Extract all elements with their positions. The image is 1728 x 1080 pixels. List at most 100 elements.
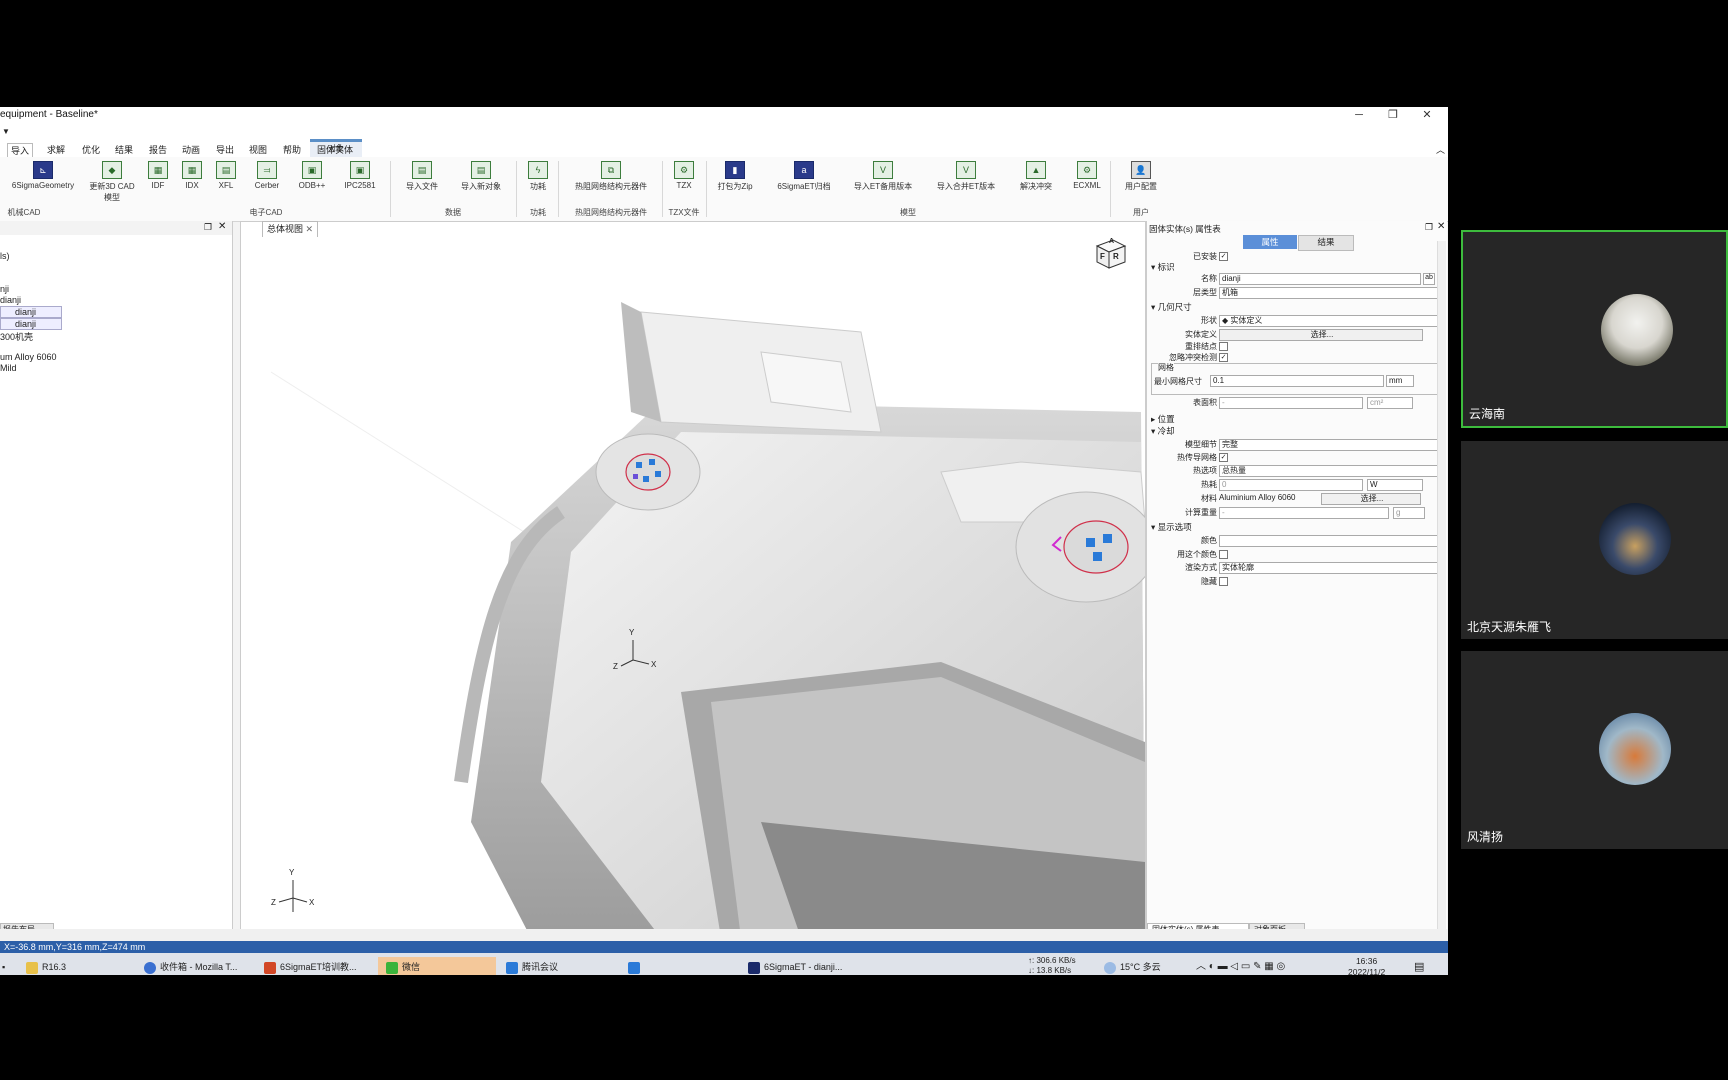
update-cad-button[interactable]: ◆ 更新3D CAD模型	[86, 161, 138, 203]
name-edit-icon[interactable]: ab	[1423, 273, 1435, 285]
merge-version-icon: V	[956, 161, 976, 179]
participant-tile[interactable]: 北京天源朱雁飞	[1461, 441, 1728, 639]
menu-animate[interactable]: 动画	[179, 143, 203, 157]
tree-item[interactable]: nji	[0, 284, 9, 294]
cerber-button[interactable]: ⫤ Cerber	[250, 161, 284, 190]
nav-cube[interactable]: A R F	[1093, 236, 1127, 270]
layer-select[interactable]: 机箱	[1219, 287, 1439, 299]
zip-button[interactable]: ▮ 打包为Zip	[712, 161, 758, 192]
menu-report[interactable]: 报告	[146, 143, 170, 157]
notification-icon[interactable]: ▤	[1414, 957, 1424, 975]
taskbar-item-tencent-meeting[interactable]: 腾讯会议	[506, 957, 558, 975]
use-color-checkbox[interactable]	[1219, 550, 1228, 559]
power-field[interactable]: 0	[1219, 479, 1363, 491]
tree-item[interactable]: Mild	[0, 363, 17, 373]
idx-button[interactable]: ▦ IDX	[180, 161, 204, 190]
section-cooling[interactable]: ▾ 冷却	[1151, 425, 1175, 437]
archive-button[interactable]: a 6SigmaET归档	[774, 161, 834, 192]
tree-item[interactable]: um Alloy 6060	[0, 352, 57, 362]
collapse-ribbon-icon[interactable]: ︿	[1436, 143, 1445, 156]
participant-tile[interactable]: 风清扬	[1461, 651, 1728, 849]
weather[interactable]: 15°C 多云	[1104, 957, 1161, 975]
participant-tile[interactable]: 云海南	[1461, 230, 1728, 428]
menu-export[interactable]: 导出	[213, 143, 237, 157]
xfl-button[interactable]: ▤ XFL	[214, 161, 238, 190]
float-icon[interactable]: ❐	[204, 222, 212, 233]
3d-viewport[interactable]: A R F Y Z X Y Z X	[240, 221, 1157, 939]
power-unit[interactable]: W	[1367, 479, 1423, 491]
power-button[interactable]: ϟ 功耗	[526, 161, 550, 192]
hide-checkbox[interactable]	[1219, 577, 1228, 586]
menu-import[interactable]: 导入	[7, 143, 34, 158]
import-file-button[interactable]: ▤ 导入文件	[400, 161, 444, 192]
conduct-checkbox[interactable]: ✓	[1219, 453, 1228, 462]
clock[interactable]: 16:36 2022/11/2	[1348, 956, 1385, 975]
tree-item[interactable]: dianji	[0, 295, 21, 305]
menu-solve[interactable]: 求解	[44, 143, 68, 157]
solid-def-button[interactable]: 选择...	[1219, 329, 1423, 341]
merge-version-button[interactable]: V 导入合并ET版本	[932, 161, 1000, 192]
min-grid-field[interactable]: 0.1	[1210, 375, 1384, 387]
shape-select[interactable]: ◆ 实体定义	[1219, 315, 1439, 327]
odb-button[interactable]: ▣ ODB++	[296, 161, 328, 190]
section-geometry[interactable]: ▾ 几何尺寸	[1151, 301, 1192, 313]
taskbar-item-meeting-2[interactable]	[628, 957, 644, 975]
taskbar-item-folder[interactable]: R16.3	[26, 957, 66, 975]
tree-item-selected[interactable]: dianji	[0, 318, 62, 330]
ecxml-button[interactable]: ⚙ ECXML	[1072, 161, 1102, 190]
close-tab-icon[interactable]: ✕	[306, 224, 314, 234]
conflict-button[interactable]: ▲ 解决冲突	[1016, 161, 1056, 192]
idf-button[interactable]: ▦ IDF	[146, 161, 170, 190]
model-axis-triad: Y Z X	[613, 628, 663, 672]
taskbar-item-6sigmaet[interactable]: 6SigmaET - dianji...	[748, 957, 842, 975]
close-panel-icon[interactable]: ✕	[218, 221, 226, 232]
thermal-network-button[interactable]: ⧉ 热阻网络结构元器件	[566, 161, 656, 192]
tree-item-selected[interactable]: dianji	[0, 306, 62, 318]
import-object-button[interactable]: ▤ 导入新对象	[456, 161, 506, 192]
name-field[interactable]: dianji	[1219, 273, 1421, 285]
render-select[interactable]: 实体轮廓	[1219, 562, 1439, 574]
color-swatch[interactable]	[1219, 535, 1439, 547]
menu-help[interactable]: 帮助	[280, 143, 304, 157]
tab-results[interactable]: 结果	[1298, 235, 1354, 251]
close-panel-icon[interactable]: ✕	[1437, 221, 1445, 232]
material-select-button[interactable]: 选择...	[1321, 493, 1421, 505]
float-icon[interactable]: ❐	[1425, 222, 1433, 233]
quick-access-icon[interactable]: ▼	[2, 127, 10, 136]
heat-option-select[interactable]: 总热量	[1219, 465, 1439, 477]
installed-checkbox[interactable]: ✓	[1219, 252, 1228, 261]
avatar	[1601, 294, 1673, 366]
import-version-button[interactable]: V 导入ET备用版本	[848, 161, 918, 192]
mesh-label: 网格	[1158, 362, 1174, 373]
min-grid-unit[interactable]: mm	[1386, 375, 1414, 387]
close-button[interactable]: ✕	[1410, 107, 1444, 123]
taskbar-item-wechat[interactable]: 微信	[378, 957, 496, 975]
taskbar-item-powerpoint[interactable]: 6SigmaET培训教...	[264, 957, 357, 975]
menu-results[interactable]: 结果	[112, 143, 136, 157]
section-display[interactable]: ▾ 显示选项	[1151, 521, 1192, 533]
tree-item[interactable]: ls)	[0, 251, 10, 261]
tzx-button[interactable]: ⚙ TZX	[670, 161, 698, 190]
minimize-button[interactable]: ─	[1342, 107, 1376, 123]
model-select[interactable]: 完整	[1219, 439, 1439, 451]
overlap-checkbox[interactable]	[1219, 342, 1228, 351]
geometry-button[interactable]: ⊾ 6SigmaGeometry	[8, 161, 78, 190]
tree-item[interactable]: 300机壳	[0, 330, 33, 343]
system-tray-icons[interactable]: ︿ ◐ ▬ ◁ ▭ ✎ ▦ ◎	[1196, 957, 1285, 975]
ribbon-separator	[706, 161, 707, 217]
ignore-checkbox[interactable]: ✓	[1219, 353, 1228, 362]
ipc-button[interactable]: ▣ IPC2581	[340, 161, 380, 190]
scrollbar[interactable]	[1437, 241, 1446, 931]
row-shape: 形状 ◆ 实体定义	[1153, 315, 1439, 327]
start-icon[interactable]: ▪	[2, 957, 5, 975]
user-config-button[interactable]: 👤 用户配置	[1120, 161, 1162, 192]
tab-overview[interactable]: 总体视图 ✕	[262, 221, 319, 237]
taskbar-item-thunderbird[interactable]: 收件箱 - Mozilla T...	[144, 957, 237, 975]
tab-properties[interactable]: 属性	[1243, 235, 1297, 249]
menu-solid[interactable]: 固体实体	[314, 143, 356, 157]
section-identity[interactable]: ▾ 标识	[1151, 261, 1175, 273]
menu-view[interactable]: 视图	[246, 143, 270, 157]
menu-optimize[interactable]: 优化	[79, 143, 103, 157]
maximize-button[interactable]: ❐	[1376, 107, 1410, 123]
section-position[interactable]: ▸ 位置	[1151, 413, 1175, 425]
